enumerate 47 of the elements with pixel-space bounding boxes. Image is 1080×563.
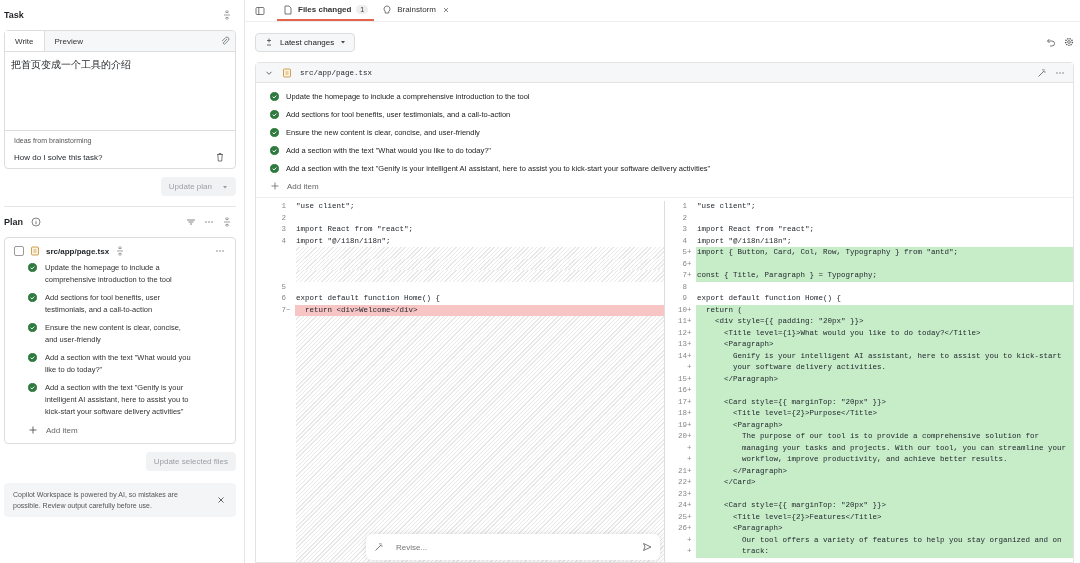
plus-icon[interactable] xyxy=(270,181,280,191)
caret-icon xyxy=(340,39,347,45)
add-item-link[interactable]: Add item xyxy=(46,425,78,435)
checkbox[interactable] xyxy=(14,246,24,256)
editor-tab[interactable]: Preview xyxy=(44,31,93,51)
collapse-icon[interactable] xyxy=(222,217,232,227)
tab-label: Files changed xyxy=(298,5,352,14)
changes-dropdown[interactable]: Latest changes xyxy=(255,32,356,52)
check-circle-icon[interactable] xyxy=(270,128,279,137)
check-circle-icon[interactable] xyxy=(28,323,37,332)
settings-icon[interactable] xyxy=(1064,37,1074,47)
check-circle-icon[interactable] xyxy=(28,383,37,392)
plus-icon[interactable] xyxy=(28,425,38,435)
lightbulb-icon xyxy=(382,4,393,15)
send-icon[interactable] xyxy=(642,542,652,552)
file-icon xyxy=(30,246,40,256)
idea-text[interactable]: How do I solve this task? xyxy=(14,152,215,162)
check-circle-icon[interactable] xyxy=(270,110,279,119)
file-icon xyxy=(282,67,292,78)
check-circle-icon[interactable] xyxy=(28,353,37,362)
sidebar-toggle-icon[interactable] xyxy=(255,5,265,16)
info-icon[interactable] xyxy=(31,217,41,227)
magic-wand-icon xyxy=(374,542,384,552)
plus-minus-icon xyxy=(264,37,274,47)
file-name[interactable]: src/app/page.tsx xyxy=(46,246,110,256)
check-circle-icon[interactable] xyxy=(270,164,279,173)
check-circle-icon[interactable] xyxy=(270,92,279,101)
trash-icon[interactable] xyxy=(215,152,225,162)
collapse-icon[interactable] xyxy=(222,10,232,20)
add-item-link[interactable]: Add item xyxy=(287,181,319,191)
file-icon xyxy=(283,4,293,15)
section-title: Task xyxy=(4,10,24,20)
caret-icon[interactable] xyxy=(222,183,228,190)
view-tab[interactable]: Brainstorm xyxy=(376,0,457,21)
expand-icon[interactable] xyxy=(115,246,126,256)
check-circle-icon[interactable] xyxy=(28,293,37,302)
editor-tab[interactable]: Write xyxy=(5,31,45,51)
magic-wand-icon[interactable] xyxy=(1037,67,1047,78)
undo-icon[interactable] xyxy=(1046,37,1056,47)
tab-label: Brainstorm xyxy=(397,5,436,14)
check-circle-icon[interactable] xyxy=(28,263,37,272)
check-circle-icon[interactable] xyxy=(270,146,279,155)
revise-input[interactable]: Revise... xyxy=(394,541,632,553)
task-input[interactable]: 把首页变成一个工具的介绍 xyxy=(5,52,235,131)
paperclip-icon[interactable] xyxy=(220,36,230,46)
section-title: Plan xyxy=(4,217,23,227)
close-icon[interactable] xyxy=(216,495,226,505)
